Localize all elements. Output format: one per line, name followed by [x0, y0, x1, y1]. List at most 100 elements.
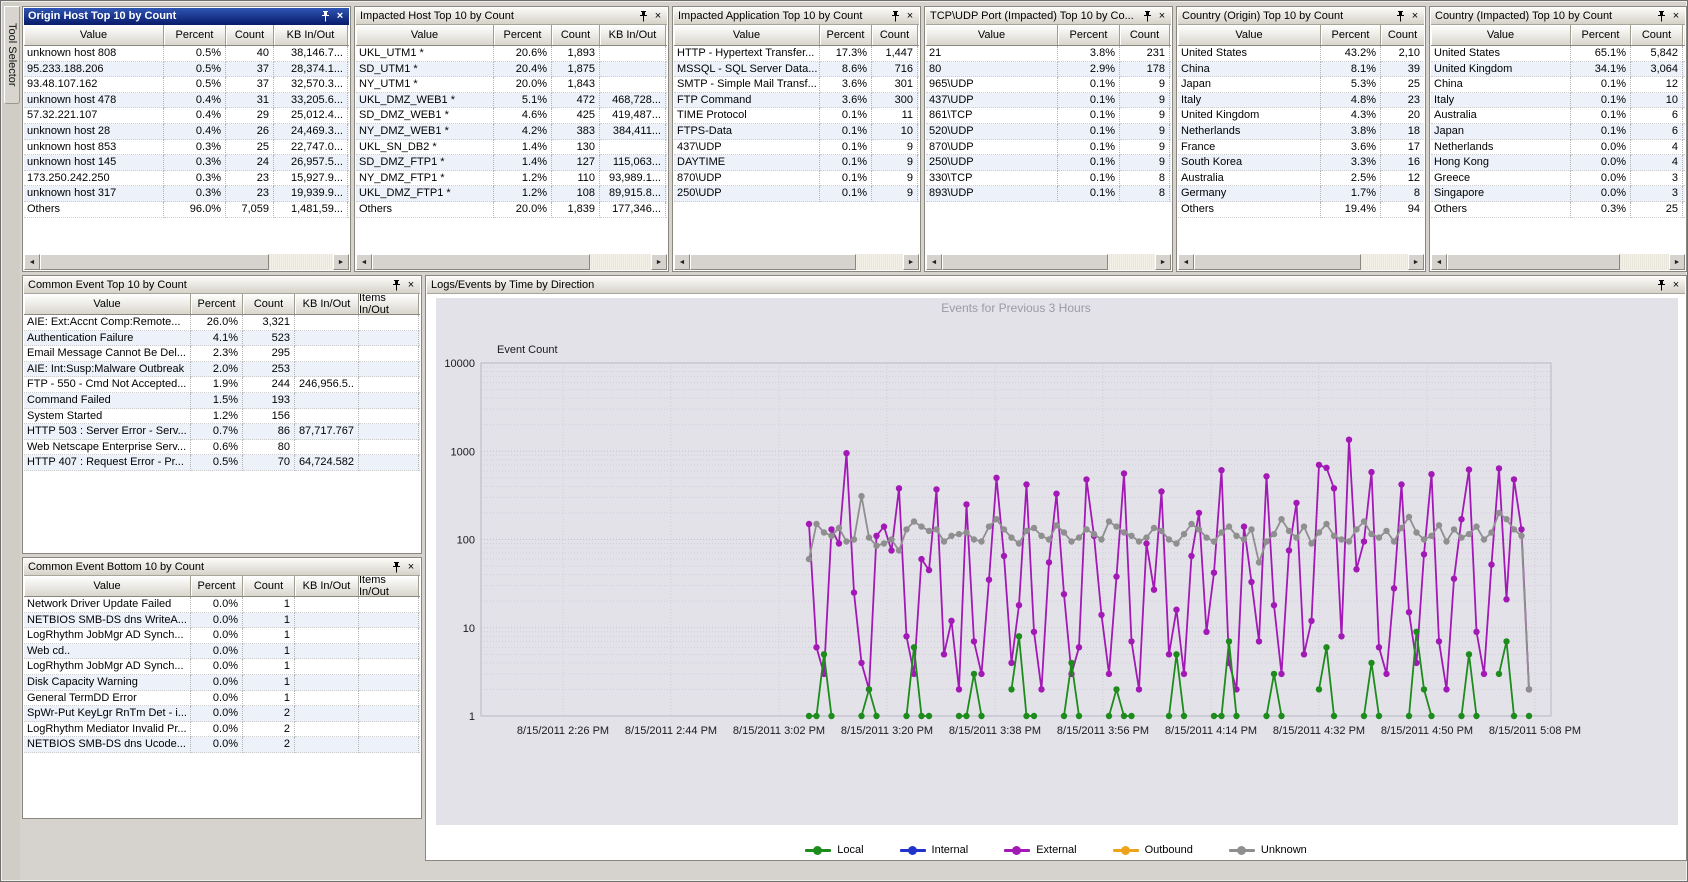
horizontal-scrollbar[interactable]: ◄► — [24, 254, 349, 270]
column-header-kb-in-out[interactable]: KB In/Out — [295, 576, 359, 596]
pin-icon[interactable] — [318, 10, 332, 23]
table-row[interactable]: Others0.3%25 — [1431, 202, 1685, 218]
close-icon[interactable]: × — [651, 10, 665, 23]
close-icon[interactable]: × — [404, 279, 418, 292]
pin-icon[interactable] — [389, 561, 403, 574]
table-row[interactable]: Hong Kong0.0%4 — [1431, 155, 1685, 171]
table-row[interactable]: TIME Protocol0.1%11 — [674, 108, 919, 124]
scroll-left-button[interactable]: ◄ — [1431, 254, 1447, 270]
pin-icon[interactable] — [636, 10, 650, 23]
column-header-kb-in-out[interactable]: KB In/Out — [600, 25, 666, 45]
column-header-value[interactable]: Value — [1431, 25, 1571, 45]
table-row[interactable]: France3.6%17 — [1178, 140, 1424, 156]
table-row[interactable]: 330\TCP0.1%8 — [926, 171, 1171, 187]
table-row[interactable]: System Started1.2%156 — [24, 409, 420, 425]
column-header-value[interactable]: Value — [674, 25, 820, 45]
column-header-count[interactable]: Count — [1120, 25, 1170, 45]
scroll-thumb[interactable] — [690, 254, 856, 270]
table-row[interactable]: Singapore0.0%3 — [1431, 186, 1685, 202]
table-row[interactable]: 870\UDP0.1%9 — [926, 140, 1171, 156]
column-header-count[interactable]: Count — [243, 294, 295, 314]
column-header-items-in-out[interactable]: Items In/Out — [359, 294, 419, 314]
panel-titlebar[interactable]: Common Event Top 10 by Count × — [24, 277, 420, 294]
table-row[interactable]: Web cd..0.0%1 — [24, 644, 420, 660]
scroll-track[interactable] — [40, 254, 333, 270]
close-icon[interactable]: × — [1408, 10, 1422, 23]
column-header-percent[interactable]: Percent — [1571, 25, 1631, 45]
table-row[interactable]: UKL_UTM1 *20.6%1,893 — [356, 46, 667, 62]
legend-item-local[interactable]: Local — [805, 844, 863, 856]
table-row[interactable]: South Korea3.3%16 — [1178, 155, 1424, 171]
pin-icon[interactable] — [1140, 10, 1154, 23]
scroll-track[interactable] — [1447, 254, 1669, 270]
table-row[interactable]: 870\UDP0.1%9 — [674, 171, 919, 187]
table-row[interactable]: NETBIOS SMB-DS dns WriteA...0.0%1 — [24, 613, 420, 629]
table-row[interactable]: United Kingdom34.1%3,064 — [1431, 62, 1685, 78]
table-row[interactable]: Germany1.7%8 — [1178, 186, 1424, 202]
table-row[interactable]: Greece0.0%3 — [1431, 171, 1685, 187]
table-row[interactable]: FTP Command3.6%300 — [674, 93, 919, 109]
table-row[interactable]: LogRhythm JobMgr AD Synch...0.0%1 — [24, 628, 420, 644]
pin-icon[interactable] — [1654, 279, 1668, 292]
table-row[interactable]: unknown host 8080.5%4038,146.7... — [24, 46, 349, 62]
scroll-left-button[interactable]: ◄ — [356, 254, 372, 270]
table-row[interactable]: Japan5.3%25 — [1178, 77, 1424, 93]
scroll-thumb[interactable] — [40, 254, 269, 270]
column-header-percent[interactable]: Percent — [820, 25, 872, 45]
table-row[interactable]: Others20.0%1,839177,346... — [356, 202, 667, 218]
table-row[interactable]: 95.233.188.2060.5%3728,374.1... — [24, 62, 349, 78]
horizontal-scrollbar[interactable]: ◄► — [926, 254, 1171, 270]
table-row[interactable]: 965\UDP0.1%9 — [926, 77, 1171, 93]
table-row[interactable]: SpWr-Put KeyLgr RnTm Det - i...0.0%2 — [24, 706, 420, 722]
pin-icon[interactable] — [1654, 10, 1668, 23]
column-header-percent[interactable]: Percent — [191, 576, 243, 596]
table-row[interactable]: unknown host 4780.4%3133,205.6... — [24, 93, 349, 109]
scroll-right-button[interactable]: ► — [903, 254, 919, 270]
column-header-percent[interactable]: Percent — [164, 25, 226, 45]
table-row[interactable]: 173.250.242.2500.3%2315,927.9... — [24, 171, 349, 187]
table-row[interactable]: NY_DMZ_FTP1 *1.2%11093,989.1... — [356, 171, 667, 187]
table-row[interactable]: United States43.2%2,10 — [1178, 46, 1424, 62]
table-row[interactable]: Australia2.5%12 — [1178, 171, 1424, 187]
scroll-track[interactable] — [942, 254, 1155, 270]
column-header-kb-in-out[interactable]: KB In/Out — [274, 25, 348, 45]
table-row[interactable]: 861\TCP0.1%9 — [926, 108, 1171, 124]
legend-item-external[interactable]: External — [1004, 844, 1076, 856]
table-row[interactable]: 213.8%231 — [926, 46, 1171, 62]
table-row[interactable]: 250\UDP0.1%9 — [674, 186, 919, 202]
table-row[interactable]: FTP - 550 - Cmd Not Accepted...1.9%24424… — [24, 377, 420, 393]
table-row[interactable]: 520\UDP0.1%9 — [926, 124, 1171, 140]
panel-titlebar[interactable]: Country (Origin) Top 10 by Count × — [1178, 8, 1424, 25]
table-row[interactable]: SD_DMZ_WEB1 *4.6%425419,487... — [356, 108, 667, 124]
legend-item-internal[interactable]: Internal — [900, 844, 969, 856]
column-header-value[interactable]: Value — [24, 294, 191, 314]
table-row[interactable]: China8.1%39 — [1178, 62, 1424, 78]
legend-item-outbound[interactable]: Outbound — [1113, 844, 1193, 856]
panel-titlebar[interactable]: Logs/Events by Time by Direction × — [427, 277, 1685, 294]
column-header-value[interactable]: Value — [356, 25, 494, 45]
close-icon[interactable]: × — [903, 10, 917, 23]
table-row[interactable]: Japan0.1%6 — [1431, 124, 1685, 140]
column-header-count[interactable]: Count — [552, 25, 600, 45]
scroll-left-button[interactable]: ◄ — [24, 254, 40, 270]
scroll-right-button[interactable]: ► — [651, 254, 667, 270]
scroll-track[interactable] — [372, 254, 651, 270]
close-icon[interactable]: × — [404, 561, 418, 574]
table-row[interactable]: Network Driver Update Failed0.0%1 — [24, 597, 420, 613]
table-row[interactable]: unknown host 8530.3%2522,747.0... — [24, 140, 349, 156]
table-row[interactable]: DAYTIME0.1%9 — [674, 155, 919, 171]
table-row[interactable]: 893\UDP0.1%8 — [926, 186, 1171, 202]
column-header-value[interactable]: Value — [926, 25, 1058, 45]
scroll-thumb[interactable] — [942, 254, 1108, 270]
table-row[interactable]: 57.32.221.1070.4%2925,012.4... — [24, 108, 349, 124]
column-header-count[interactable]: Count — [1381, 25, 1424, 45]
table-row[interactable]: Web Netscape Enterprise Serv...0.6%80 — [24, 440, 420, 456]
horizontal-scrollbar[interactable]: ◄► — [356, 254, 667, 270]
horizontal-scrollbar[interactable]: ◄► — [1178, 254, 1424, 270]
column-header-percent[interactable]: Percent — [1058, 25, 1120, 45]
scroll-left-button[interactable]: ◄ — [1178, 254, 1194, 270]
table-row[interactable]: Netherlands0.0%4 — [1431, 140, 1685, 156]
table-row[interactable]: Authentication Failure4.1%523 — [24, 331, 420, 347]
column-header-count[interactable]: Count — [243, 576, 295, 596]
table-row[interactable]: 93.48.107.1620.5%3732,570.3... — [24, 77, 349, 93]
